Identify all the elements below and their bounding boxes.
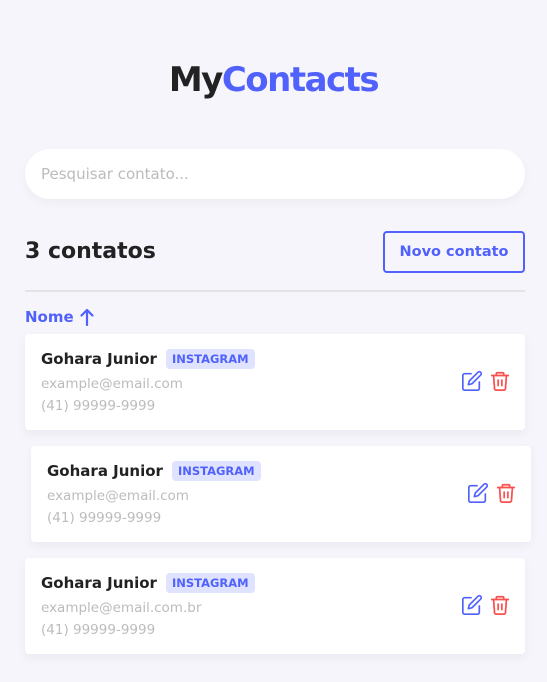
app-logo: MyContacts <box>0 60 547 100</box>
contacts-count: 3 contatos <box>25 239 156 264</box>
contact-category-badge: INSTAGRAM <box>165 573 255 593</box>
contact-email: example@email.com <box>47 488 189 504</box>
contact-name: Gohara Junior <box>47 462 163 480</box>
sort-label: Nome <box>25 308 74 326</box>
contact-card: Gohara Junior INSTAGRAM example@email.co… <box>31 446 531 542</box>
contact-category-badge: INSTAGRAM <box>171 461 261 481</box>
edit-icon[interactable] <box>467 482 489 504</box>
new-contact-button[interactable]: Novo contato <box>383 231 525 273</box>
trash-icon[interactable] <box>495 482 517 504</box>
contact-card: Gohara Junior INSTAGRAM example@email.co… <box>25 334 525 430</box>
edit-icon[interactable] <box>461 370 483 392</box>
header-divider <box>25 290 525 292</box>
contact-email: example@email.com.br <box>41 600 202 616</box>
contact-category-badge: INSTAGRAM <box>165 349 255 369</box>
trash-icon[interactable] <box>489 594 511 616</box>
contact-phone: (41) 99999-9999 <box>47 510 162 526</box>
contact-name: Gohara Junior <box>41 574 157 592</box>
trash-icon[interactable] <box>489 370 511 392</box>
logo-my: My <box>168 60 224 100</box>
contact-name: Gohara Junior <box>41 350 157 368</box>
search-input[interactable] <box>25 149 525 199</box>
logo-contacts: Contacts <box>221 60 380 100</box>
contact-email: example@email.com <box>41 376 183 392</box>
contact-card: Gohara Junior INSTAGRAM example@email.co… <box>25 558 525 654</box>
sort-by-name-button[interactable]: Nome <box>25 306 94 328</box>
contact-phone: (41) 99999-9999 <box>41 622 156 638</box>
arrow-up-icon <box>80 308 94 326</box>
contact-phone: (41) 99999-9999 <box>41 398 156 414</box>
edit-icon[interactable] <box>461 594 483 616</box>
